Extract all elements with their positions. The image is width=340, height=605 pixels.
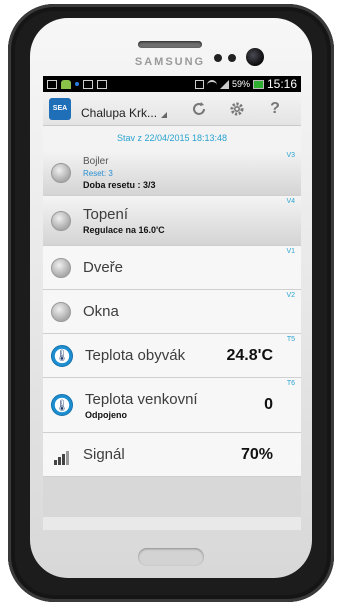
earpiece-speaker xyxy=(138,41,202,48)
status-led-icon xyxy=(51,257,71,278)
list-footer xyxy=(43,477,301,517)
item-value: 70% xyxy=(240,445,273,463)
signal-strength-icon xyxy=(51,445,71,465)
item-code: T5 xyxy=(286,336,295,343)
status-led-icon xyxy=(51,162,71,183)
light-sensor xyxy=(228,54,236,62)
android-icon xyxy=(61,79,71,89)
help-icon[interactable]: ? xyxy=(265,99,285,119)
item-name: Teplota venkovní xyxy=(85,390,198,408)
clock: 15:16 xyxy=(266,77,297,91)
brand-logo: SAMSUNG xyxy=(134,56,206,68)
refresh-icon[interactable] xyxy=(189,99,209,119)
thermometer-icon: 🌡 xyxy=(51,344,73,367)
item-code: T6 xyxy=(286,380,295,387)
item-name: Dveře xyxy=(83,259,124,276)
item-value: 0 xyxy=(264,396,273,413)
spinner-arrow-icon xyxy=(161,111,167,118)
list-item-topeni[interactable]: V4 Topení Regulace na 16.0'C xyxy=(43,196,301,246)
status-led-icon xyxy=(51,301,71,322)
item-name: Bojler xyxy=(83,155,109,167)
cell-signal-icon xyxy=(219,79,229,89)
item-detail: Doba resetu : 3/3 xyxy=(83,179,156,190)
bag-notification-icon xyxy=(97,79,107,89)
image-notification-icon xyxy=(83,79,93,89)
item-code: V2 xyxy=(286,292,295,299)
location-spinner-label: Chalupa Krk... xyxy=(81,105,158,120)
screen: 59% 15:16 SEA Chalupa Krk... ? Stav z 22… xyxy=(43,76,301,530)
mail-notification-icon xyxy=(47,79,57,89)
thermometer-icon: 🌡 xyxy=(51,394,73,416)
item-name: Okna xyxy=(83,303,119,320)
action-bar: SEA Chalupa Krk... ? xyxy=(43,92,301,126)
item-name: Teplota obyvák xyxy=(85,347,186,364)
item-name: Topení xyxy=(83,206,129,223)
battery-icon xyxy=(252,79,264,89)
battery-percent: 59% xyxy=(231,79,250,89)
proximity-sensor xyxy=(214,54,222,62)
status-bar: 59% 15:16 xyxy=(43,76,301,92)
item-code: V3 xyxy=(286,152,295,159)
list-item-okna[interactable]: V2 Okna xyxy=(43,290,301,334)
item-detail: Odpojeno xyxy=(85,409,127,420)
list-item-dvere[interactable]: V1 Dveře xyxy=(43,246,301,290)
item-value: 24.8'C xyxy=(226,346,274,364)
item-code: V1 xyxy=(286,248,295,255)
wifi-icon xyxy=(206,79,217,89)
item-name: Signál xyxy=(83,446,125,463)
status-timestamp: Stav z 22/04/2015 18:13:48 xyxy=(43,126,301,150)
list-item-signal[interactable]: Signál 70% xyxy=(43,433,301,477)
dot-notification-icon xyxy=(75,82,79,86)
list-item-bojler[interactable]: V3 Bojler Reset: 3 Doba resetu : 3/3 xyxy=(43,150,301,196)
item-detail: Regulace na 16.0'C xyxy=(83,225,165,235)
item-reset: Reset: 3 xyxy=(83,168,113,178)
alarm-icon xyxy=(194,79,204,89)
list-item-teplota-venkovni[interactable]: T6 🌡 Teplota venkovní Odpojeno 0 xyxy=(43,378,301,433)
location-spinner[interactable]: Chalupa Krk... xyxy=(81,98,167,120)
status-led-icon xyxy=(51,210,71,231)
item-code: V4 xyxy=(286,198,295,205)
settings-icon[interactable] xyxy=(227,99,247,119)
app-logo[interactable]: SEA xyxy=(49,97,71,120)
list-item-teplota-obyvak[interactable]: T5 🌡 Teplota obyvák 24.8'C xyxy=(43,334,301,378)
front-camera xyxy=(246,48,264,66)
home-button[interactable] xyxy=(138,548,204,566)
